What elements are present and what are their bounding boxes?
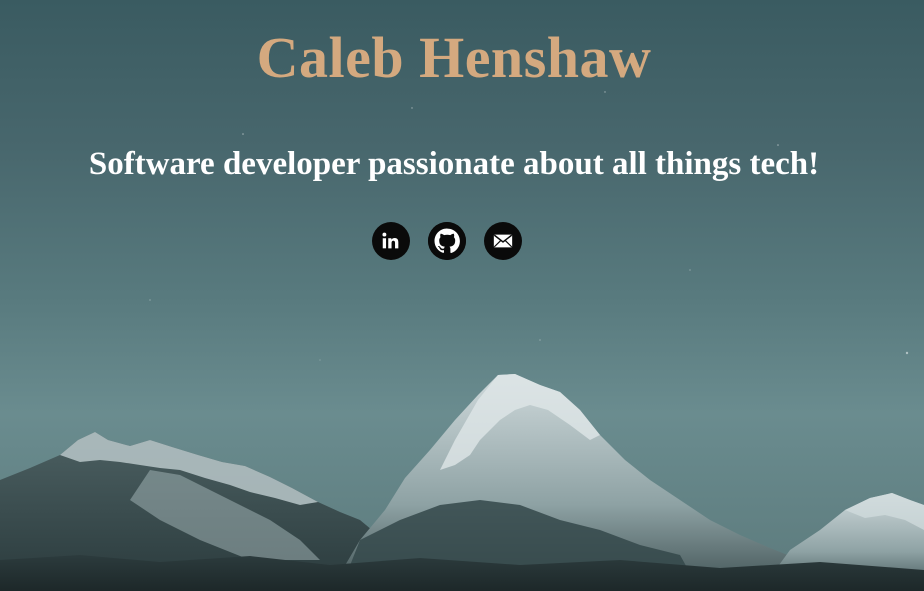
- social-links: [372, 222, 522, 260]
- hero-background: Caleb Henshaw Software developer passion…: [0, 0, 924, 591]
- email-link[interactable]: [484, 222, 522, 260]
- github-icon: [428, 222, 466, 260]
- page-title: Caleb Henshaw: [256, 25, 652, 90]
- tagline: Software developer passionate about all …: [88, 146, 820, 182]
- linkedin-link[interactable]: [372, 222, 410, 260]
- email-icon: [493, 234, 513, 248]
- linkedin-icon: [382, 232, 399, 249]
- github-link[interactable]: [428, 222, 466, 260]
